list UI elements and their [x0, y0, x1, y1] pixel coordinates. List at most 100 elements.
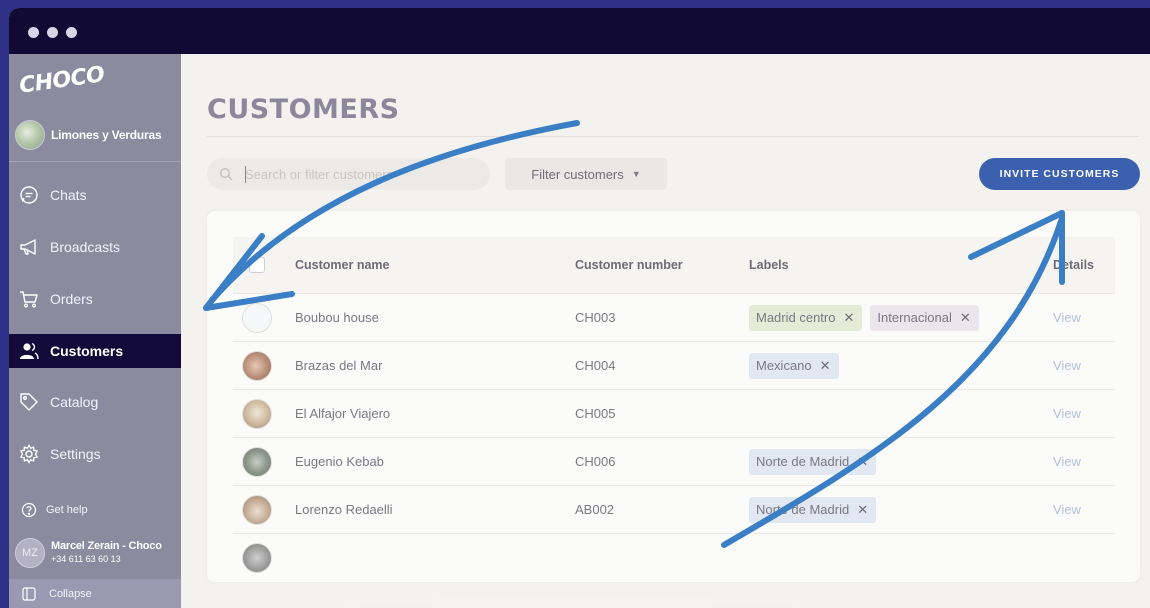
search-icon: [219, 167, 233, 181]
chip-text: Norte de Madrid: [756, 454, 850, 469]
megaphone-icon: [20, 239, 36, 255]
customer-number: CH005: [575, 406, 616, 421]
customer-number: CH004: [575, 358, 616, 373]
labels-cell: Norte de Madrid ✕: [749, 449, 884, 475]
customer-number: AB002: [575, 502, 615, 517]
customer-avatar: [242, 351, 272, 381]
table-row[interactable]: Lorenzo Redaelli AB002 Norte de Madrid ✕ …: [233, 485, 1115, 533]
column-header: Details: [1053, 258, 1094, 272]
remove-label-icon[interactable]: ✕: [857, 497, 868, 523]
chat-bubble-icon: [20, 186, 38, 204]
customer-avatar: [242, 495, 272, 525]
user-info: Marcel Zerain - Choco +34 611 63 60 13: [51, 540, 162, 566]
sidebar-item-customers[interactable]: Customers: [9, 334, 181, 368]
sidebar: CHOCO Limones y Verduras Chats Broadcast…: [9, 54, 181, 608]
customer-avatar: [242, 399, 272, 429]
label-chip: Mexicano ✕: [749, 353, 839, 379]
remove-label-icon[interactable]: ✕: [857, 449, 868, 475]
collapse-button[interactable]: Collapse: [9, 579, 181, 608]
org-avatar: [15, 120, 45, 150]
column-header: Labels: [749, 258, 789, 272]
table-row[interactable]: Boubou house CH003 Madrid centro ✕ Intern…: [233, 293, 1115, 341]
chip-text: Internacional: [877, 310, 952, 325]
table-row[interactable]: Brazas del Mar CH004 Mexicano ✕ View: [233, 341, 1115, 389]
customer-name: El Alfajor Viajero: [295, 406, 391, 421]
org-switcher[interactable]: Limones y Verduras: [15, 120, 162, 150]
remove-label-icon[interactable]: ✕: [820, 353, 831, 379]
title-bar: [9, 8, 1150, 54]
window-shadow: [340, 597, 810, 608]
sidebar-item-label: Customers: [50, 343, 124, 359]
sidebar-item-label: Chats: [50, 187, 87, 203]
label-chip: Internacional ✕: [870, 305, 979, 331]
label-chip: Norte de Madrid ✕: [749, 497, 877, 523]
label-chip: Norte de Madrid ✕: [749, 449, 877, 475]
table-row[interactable]: El Alfajor Viajero CH005 View: [233, 389, 1115, 437]
customers-table: Customer name Customer number Labels Det…: [207, 211, 1140, 582]
sidebar-divider: [9, 161, 181, 162]
customer-name: Lorenzo Redaelli: [295, 502, 393, 517]
get-help-link[interactable]: Get help: [21, 500, 88, 520]
customer-avatar: [242, 303, 272, 333]
invite-customers-button[interactable]: INVITE CUSTOMERS: [979, 158, 1140, 190]
customer-name: Brazas del Mar: [295, 358, 383, 373]
get-help-label: Get help: [46, 504, 88, 516]
main-content: CUSTOMERS Filter customers ▼ INVITE CUST…: [181, 54, 1150, 608]
select-all-checkbox[interactable]: [249, 257, 265, 273]
user-profile[interactable]: MZ Marcel Zerain - Choco +34 611 63 60 1…: [15, 538, 162, 568]
table-row-partial[interactable]: [233, 533, 1115, 581]
gear-icon: [19, 444, 39, 464]
chip-text: Mexicano: [756, 358, 812, 373]
sidebar-item-label: Catalog: [50, 394, 99, 410]
customer-name: Eugenio Kebab: [295, 454, 384, 469]
sidebar-item-catalog[interactable]: Catalog: [9, 385, 181, 419]
users-icon: [20, 342, 39, 360]
remove-label-icon[interactable]: ✕: [843, 305, 854, 331]
remove-label-icon[interactable]: ✕: [960, 305, 971, 331]
user-avatar: MZ: [15, 538, 45, 568]
filter-customers-dropdown[interactable]: Filter customers ▼: [505, 158, 667, 190]
view-details-link[interactable]: View: [1053, 342, 1081, 390]
org-name: Limones y Verduras: [51, 128, 162, 142]
view-details-link[interactable]: View: [1053, 438, 1081, 486]
caret-down-icon: ▼: [631, 169, 641, 179]
sidebar-item-settings[interactable]: Settings: [9, 437, 181, 471]
window-maximize-dot[interactable]: [66, 27, 77, 38]
labels-cell: Norte de Madrid ✕: [749, 497, 884, 523]
labels-cell: Mexicano ✕: [749, 353, 847, 379]
cart-icon: [20, 291, 38, 308]
user-phone: +34 611 63 60 13: [51, 554, 121, 564]
view-details-link[interactable]: View: [1053, 486, 1081, 534]
window-close-dot[interactable]: [28, 27, 39, 38]
customer-name: Boubou house: [295, 310, 379, 325]
view-details-link[interactable]: View: [1053, 390, 1081, 438]
customer-avatar: [242, 543, 272, 573]
chip-text: Norte de Madrid: [756, 502, 850, 517]
collapse-label: Collapse: [49, 587, 92, 600]
sidebar-item-orders[interactable]: Orders: [9, 282, 181, 316]
search-input[interactable]: [245, 166, 475, 182]
table-row[interactable]: Eugenio Kebab CH006 Norte de Madrid ✕ Vie…: [233, 437, 1115, 485]
text-cursor: [245, 166, 246, 183]
sidebar-item-label: Broadcasts: [50, 239, 121, 255]
labels-cell: Madrid centro ✕ Internacional ✕: [749, 305, 987, 331]
window-minimize-dot[interactable]: [47, 27, 58, 38]
sidebar-collapse-icon: [22, 586, 36, 601]
user-name: Marcel Zerain - Choco: [51, 540, 162, 552]
sidebar-item-chats[interactable]: Chats: [9, 178, 181, 212]
sidebar-item-label: Orders: [50, 291, 93, 307]
view-details-link[interactable]: View: [1053, 294, 1081, 342]
column-header[interactable]: Customer name: [295, 237, 389, 293]
choco-logo[interactable]: CHOCO: [18, 62, 106, 99]
help-icon: [21, 502, 37, 518]
customer-number: CH003: [575, 310, 616, 325]
column-header[interactable]: Customer number: [575, 237, 683, 293]
title-divider: [207, 136, 1139, 137]
table-header: Customer name Customer number Labels Det…: [233, 237, 1115, 293]
chip-text: Madrid centro: [756, 310, 836, 325]
sidebar-item-label: Settings: [50, 446, 101, 462]
app-window: CHOCO Limones y Verduras Chats Broadcast…: [9, 8, 1150, 608]
customer-number: CH006: [575, 454, 616, 469]
sidebar-item-broadcasts[interactable]: Broadcasts: [9, 230, 181, 264]
page-title: CUSTOMERS: [207, 94, 400, 125]
